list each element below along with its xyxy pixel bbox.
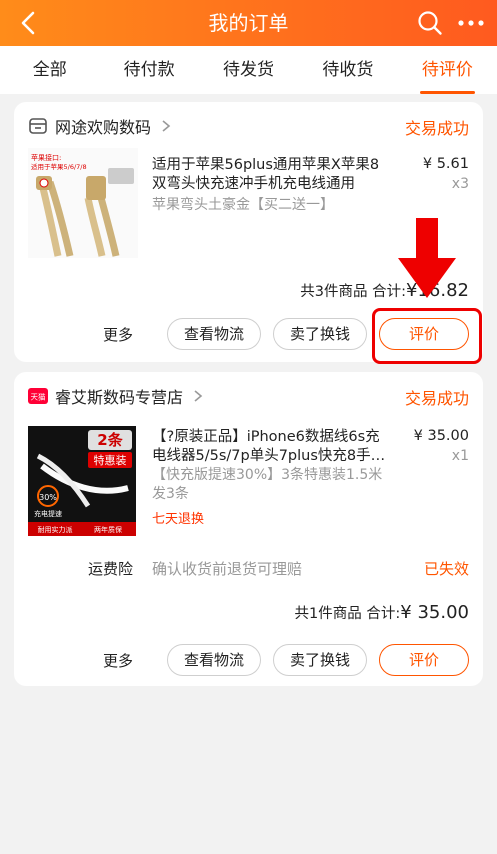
image-caption: 两年质保 [94, 525, 122, 534]
store-icon [29, 118, 47, 134]
sell-button[interactable]: 卖了换钱 [272, 644, 367, 676]
product-quantity: x1 [451, 448, 469, 464]
shop-name: 睿艾斯数码专营店 [55, 388, 184, 407]
seven-day-return-tag: 七天退换 [152, 512, 205, 527]
product-image[interactable]: 苹果接口: 适用于苹果5/6/7/8 [28, 148, 138, 258]
view-logistics-button[interactable]: 查看物流 [166, 644, 261, 676]
order-actions: 更多 查看物流 卖了换钱 评价 [103, 644, 469, 676]
insurance-label: 运费险 [88, 560, 134, 578]
tab-pending-receipt[interactable]: 待收货 [298, 46, 397, 94]
image-caption: 30% [39, 493, 57, 502]
shop-header[interactable]: 天猫 睿艾斯数码专营店 [28, 382, 469, 410]
image-caption: 特惠装 [94, 453, 127, 467]
shop-name: 网途欢购数码 [55, 118, 152, 137]
total-amount: ¥ 35.00 [400, 602, 469, 623]
product-image[interactable]: 2条 特惠装 30% 充电提速 耐用实力派 两年质保 [28, 426, 136, 536]
view-logistics-button[interactable]: 查看物流 [166, 318, 261, 350]
tab-pending-shipment[interactable]: 待发货 [199, 46, 298, 94]
top-bar: 我的订单 [0, 0, 497, 46]
tab-all[interactable]: 全部 [0, 46, 99, 94]
order-card: 天猫 睿艾斯数码专营店 交易成功 2条 特惠装 30% 充电提速 耐用实力派 两… [14, 372, 483, 686]
review-button[interactable]: 评价 [379, 644, 469, 676]
product-quantity: x3 [451, 176, 469, 192]
sell-button[interactable]: 卖了换钱 [272, 318, 367, 350]
more-button[interactable]: 更多 [103, 324, 133, 345]
tab-pending-payment[interactable]: 待付款 [99, 46, 198, 94]
order-total: 共1件商品 合计:¥ 35.00 [295, 602, 469, 623]
svg-text:天猫: 天猫 [31, 392, 46, 402]
total-label: 共1件商品 合计: [294, 606, 401, 622]
image-caption: 充电提速 [34, 509, 62, 518]
chevron-right-icon [162, 120, 171, 132]
image-caption: 苹果接口: [31, 153, 61, 162]
tmall-icon: 天猫 [28, 388, 48, 404]
more-button[interactable]: 更多 [103, 650, 133, 671]
insurance-description: 确认收货前退货可理赔 [152, 560, 303, 578]
product-price: ¥ 5.61 [422, 156, 469, 172]
order-status: 交易成功 [404, 389, 469, 408]
image-caption: 适用于苹果5/6/7/8 [31, 162, 87, 171]
total-label: 共3件商品 合计: [300, 284, 407, 300]
image-caption: 耐用实力派 [38, 525, 73, 534]
chevron-right-icon [194, 390, 203, 402]
image-caption: 2条 [97, 431, 123, 449]
product-title[interactable]: 适用于苹果56plus通用苹果X苹果8双弯头快充速冲手机充电线通用 [152, 156, 392, 194]
shop-header[interactable]: 网途欢购数码 [28, 112, 469, 140]
review-button-highlight [372, 308, 482, 364]
order-status: 交易成功 [404, 119, 469, 138]
insurance-status: 已失效 [423, 560, 469, 578]
product-title[interactable]: 【?原装正品】iPhone6数据线6s充电线器5/5s/7p单头7plus快充8… [152, 428, 392, 466]
tab-pending-review[interactable]: 待评价 [398, 46, 497, 94]
search-icon[interactable] [417, 10, 443, 36]
order-tabs: 全部 待付款 待发货 待收货 待评价 [0, 46, 497, 94]
red-arrow-annotation-icon [398, 218, 456, 298]
product-sku: 【快充版提速30%】3条特惠装1.5米发3条 [152, 467, 383, 502]
shipping-insurance-row: 运费险 确认收货前退货可理赔 已失效 [28, 558, 469, 582]
more-dots-icon[interactable] [456, 10, 486, 36]
product-price: ¥ 35.00 [413, 428, 469, 444]
product-sku: 苹果弯头土豪金【买二送一】 [152, 197, 334, 213]
